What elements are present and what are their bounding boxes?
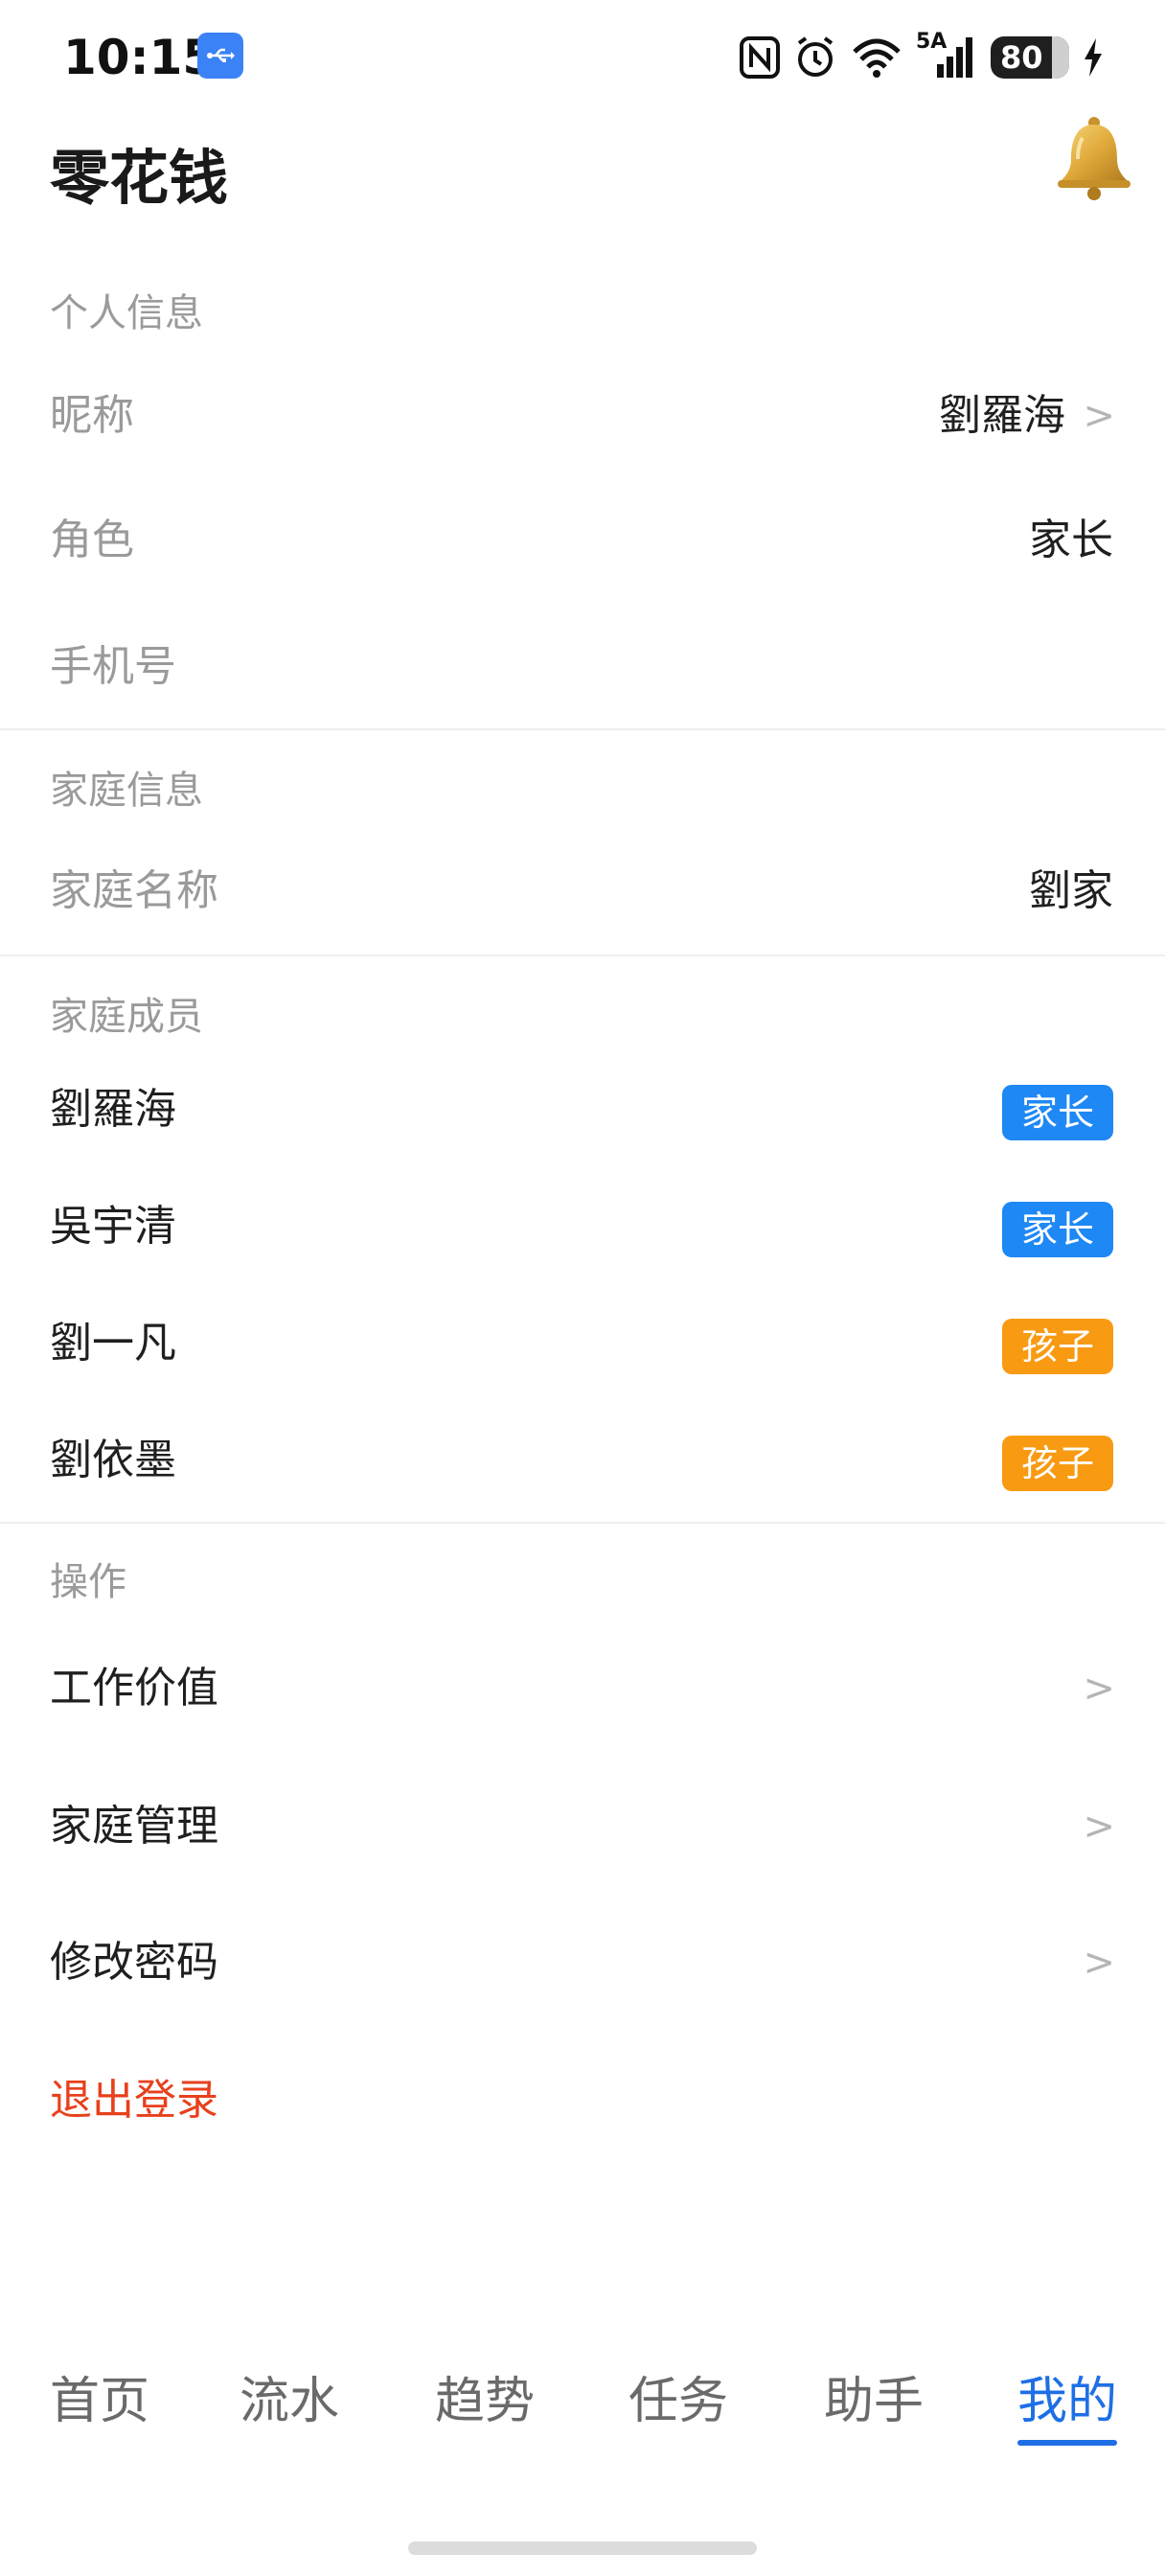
wifi-icon xyxy=(851,36,902,79)
status-time: 10:15 xyxy=(63,30,217,85)
usb-icon xyxy=(197,33,243,79)
member-name: 劉依墨 xyxy=(50,1436,176,1484)
work-value-label: 工作价值 xyxy=(50,1664,218,1713)
tab-mine[interactable]: 我的 xyxy=(1017,2363,1117,2440)
section-title-personal: 个人信息 xyxy=(50,291,203,335)
tab-transactions[interactable]: 流水 xyxy=(240,2363,339,2440)
chevron-right-icon: > xyxy=(1083,394,1115,438)
section-title-members: 家庭成员 xyxy=(50,995,203,1039)
role-tag: 家长 xyxy=(1002,1202,1113,1257)
bell-icon[interactable] xyxy=(1052,115,1136,201)
member-name: 劉一凡 xyxy=(50,1319,176,1368)
chevron-right-icon: > xyxy=(1083,1667,1115,1711)
chevron-right-icon: > xyxy=(1083,1941,1115,1985)
phone-row: 手机号 xyxy=(0,625,1165,711)
list-item: 吳宇清 家长 xyxy=(0,1200,1165,1296)
active-tab-indicator xyxy=(1017,2440,1117,2446)
nfc-icon xyxy=(740,36,780,79)
family-name-row: 家庭名称 劉家 xyxy=(0,849,1165,935)
role-value: 家长 xyxy=(1029,516,1113,564)
tab-assistant[interactable]: 助手 xyxy=(824,2363,924,2440)
family-name-label: 家庭名称 xyxy=(50,866,218,915)
app-root: 10:15 5A 80 零花钱 个人信息 昵称 劉羅海 > 角色 家长 手机号 … xyxy=(0,0,1165,2576)
nickname-value: 劉羅海 xyxy=(939,391,1065,440)
bottom-nav: 首页 流水 趋势 任务 助手 我的 xyxy=(0,2363,1165,2450)
member-name: 吳宇清 xyxy=(50,1202,176,1251)
list-item: 劉羅海 家长 xyxy=(0,1083,1165,1179)
role-tag: 孩子 xyxy=(1002,1319,1113,1374)
family-manage-row[interactable]: 家庭管理 > xyxy=(0,1781,1165,1873)
role-tag: 家长 xyxy=(1002,1085,1113,1140)
section-title-family: 家庭信息 xyxy=(50,769,203,813)
family-name-value: 劉家 xyxy=(1029,866,1113,915)
member-name: 劉羅海 xyxy=(50,1085,176,1134)
section-title-actions: 操作 xyxy=(50,1560,126,1604)
divider xyxy=(0,954,1165,956)
nickname-label: 昵称 xyxy=(50,391,134,440)
change-password-row[interactable]: 修改密码 > xyxy=(0,1917,1165,2009)
role-label: 角色 xyxy=(50,516,134,564)
phone-label: 手机号 xyxy=(50,642,176,691)
divider xyxy=(0,1522,1165,1524)
tab-home[interactable]: 首页 xyxy=(50,2363,149,2440)
work-value-row[interactable]: 工作价值 > xyxy=(0,1643,1165,1735)
home-indicator[interactable] xyxy=(408,2542,757,2555)
page-title: 零花钱 xyxy=(50,143,229,213)
charging-icon xyxy=(1083,38,1104,77)
role-row: 角色 家长 xyxy=(0,498,1165,585)
list-item: 劉依墨 孩子 xyxy=(0,1434,1165,1530)
status-icons: 5A 80 xyxy=(740,29,1104,86)
family-manage-label: 家庭管理 xyxy=(50,1802,218,1851)
battery-level: 80 xyxy=(1000,39,1043,76)
tab-trends[interactable]: 趋势 xyxy=(435,2363,535,2440)
list-item: 劉一凡 孩子 xyxy=(0,1317,1165,1413)
chevron-right-icon: > xyxy=(1083,1805,1115,1849)
signal-icon: 5A xyxy=(916,30,977,80)
change-password-label: 修改密码 xyxy=(50,1938,218,1987)
role-tag: 孩子 xyxy=(1002,1436,1113,1491)
logout-button[interactable]: 退出登录 xyxy=(50,2074,218,2128)
divider xyxy=(0,728,1165,730)
status-bar: 10:15 5A 80 xyxy=(0,0,1165,113)
nickname-row[interactable]: 昵称 劉羅海 > xyxy=(0,374,1165,460)
tab-tasks[interactable]: 任务 xyxy=(628,2363,728,2440)
alarm-icon xyxy=(793,35,837,80)
battery-icon: 80 xyxy=(991,36,1069,79)
